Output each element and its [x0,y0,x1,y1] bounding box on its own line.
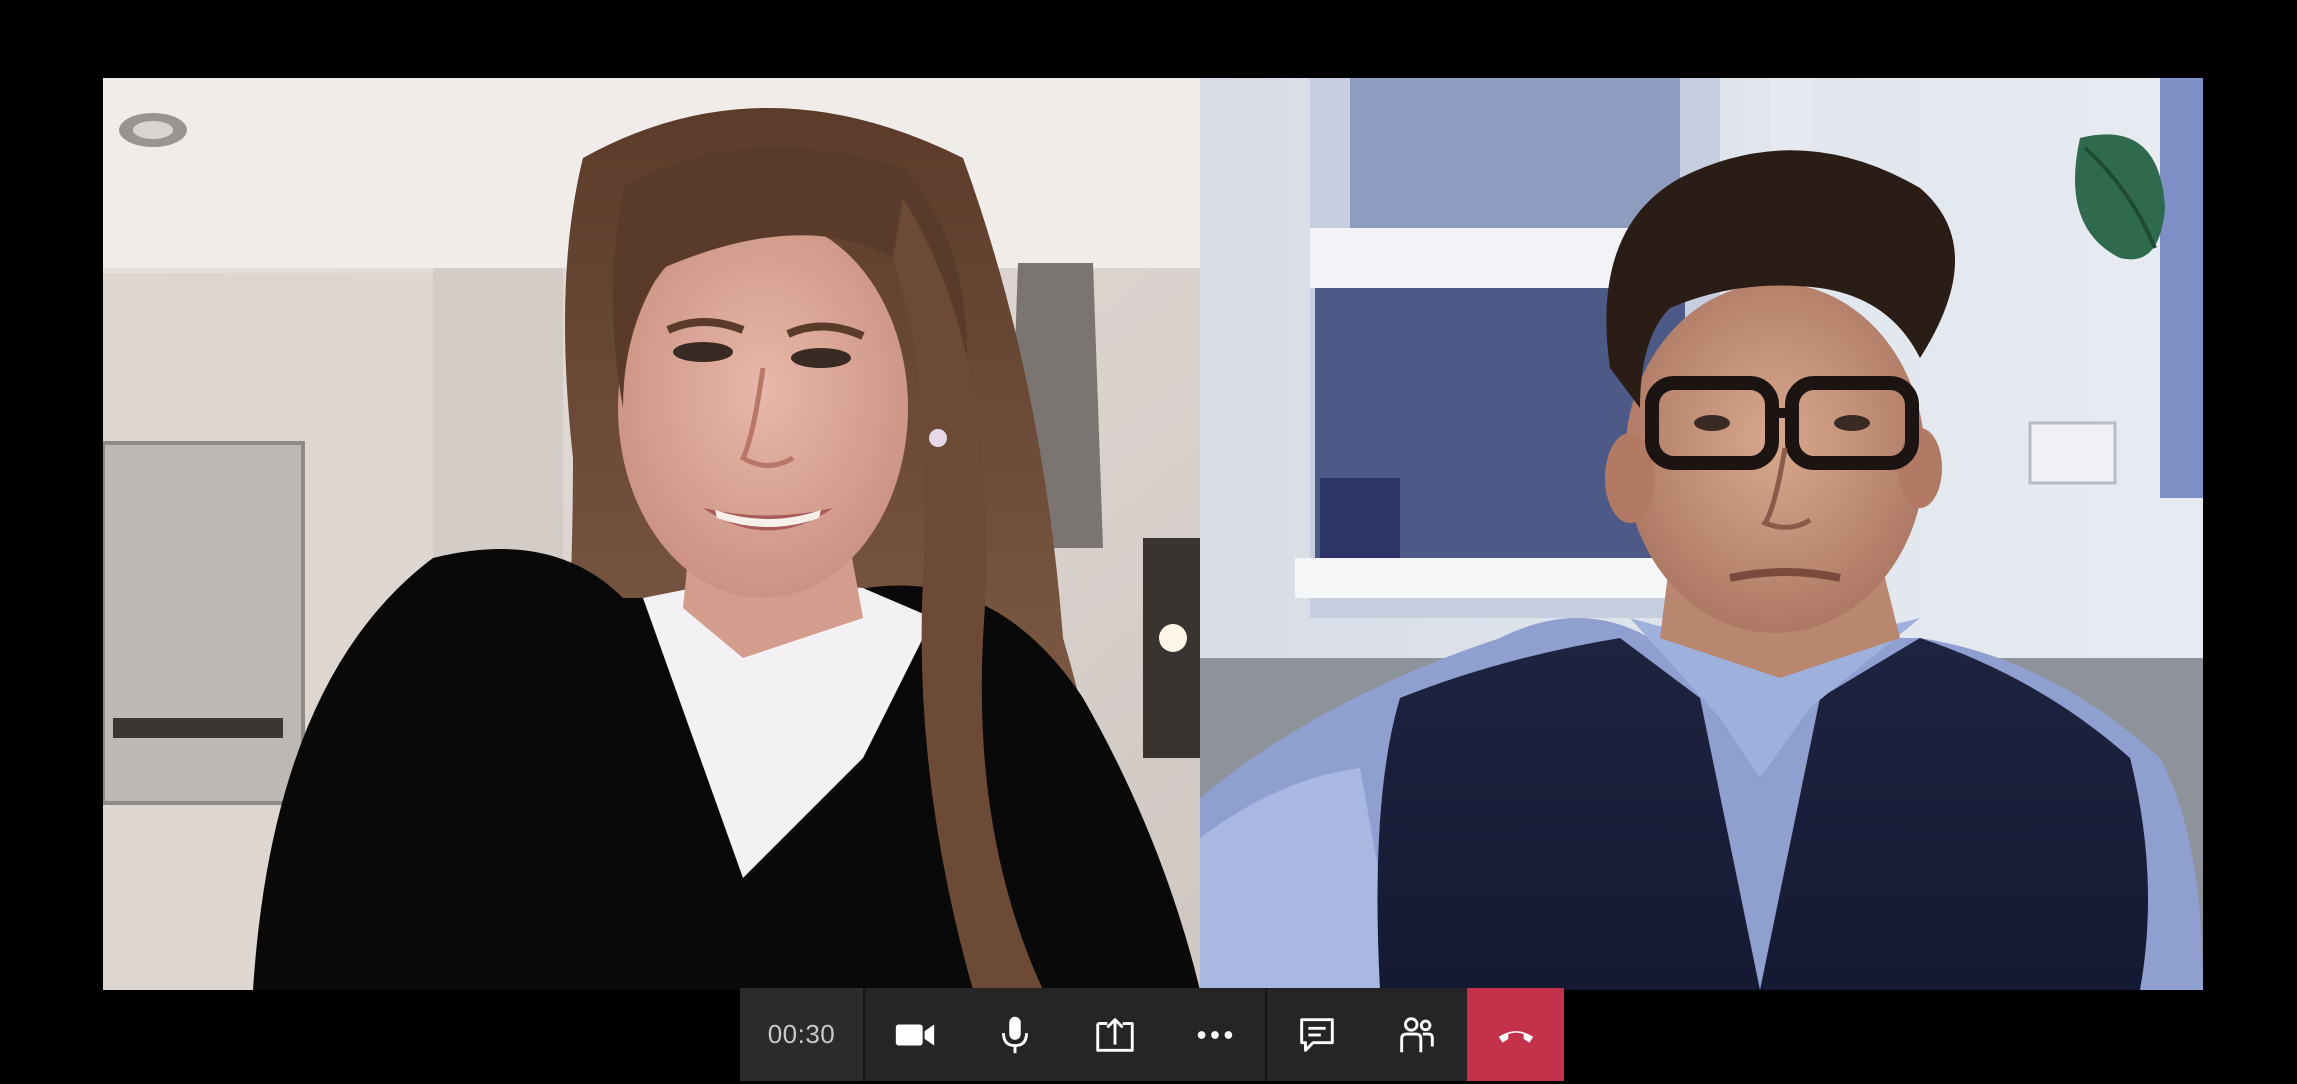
call-controls-bar: 00:30 [740,988,1564,1081]
microphone-icon [1002,1016,1028,1053]
call-window: 00:30 [0,0,2297,1084]
more-options-button[interactable] [1165,988,1265,1081]
video-camera-icon [895,1023,935,1046]
call-controls-main [863,988,1265,1081]
share-screen-button[interactable] [1065,988,1165,1081]
participants-button[interactable] [1367,988,1467,1081]
participants-icon [1400,1016,1434,1052]
camera-button[interactable] [865,988,965,1081]
participant-video-right[interactable] [1200,78,2203,990]
call-timer: 00:30 [740,988,863,1081]
call-controls-side [1265,988,1564,1081]
participant-video-left[interactable] [103,78,1200,990]
microphone-button[interactable] [965,988,1065,1081]
share-screen-icon [1096,1017,1134,1052]
more-options-icon [1197,1030,1233,1039]
hang-up-icon [1498,1030,1533,1043]
chat-icon [1300,1017,1334,1052]
participant-video-feed [103,78,1200,990]
hang-up-button[interactable] [1467,988,1564,1081]
chat-button[interactable] [1267,988,1367,1081]
participant-video-feed [1200,78,2203,990]
video-grid [103,78,2203,990]
